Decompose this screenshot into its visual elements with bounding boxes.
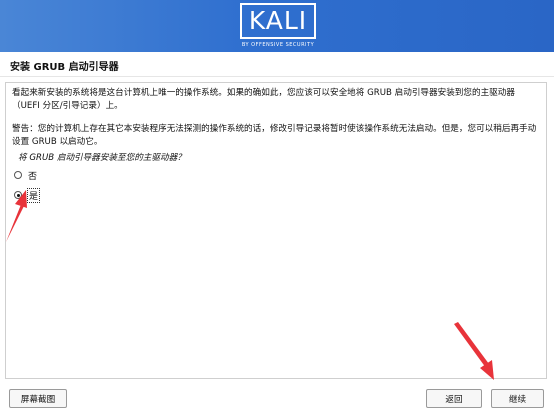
screenshot-button[interactable]: 屏幕截图 [9, 389, 67, 408]
back-button[interactable]: 返回 [426, 389, 482, 408]
install-question: 将 GRUB 启动引导器安装至您的主驱动器？ [18, 153, 186, 163]
description-paragraph: 看起来新安装的系统将是这台计算机上唯一的操作系统。如果的确如此，您应该可以安全地… [12, 88, 515, 111]
annotation-arrow-left [6, 190, 27, 242]
kali-logo: KALI [240, 3, 316, 39]
warning-paragraph: 警告：您的计算机上存在其它本安装程序无法探测的操作系统的话，修改引导记录将暂时使… [12, 124, 537, 147]
annotation-arrow-right [454, 322, 494, 380]
radio-no[interactable] [14, 171, 22, 179]
kali-logo-subtext: BY OFFENSIVE SECURITY [241, 42, 315, 48]
continue-button[interactable]: 继续 [491, 389, 544, 408]
kali-banner: KALI BY OFFENSIVE SECURITY [0, 0, 554, 52]
page-title: 安装 GRUB 启动引导器 [10, 62, 119, 73]
option-no-label[interactable]: 否 [27, 169, 38, 182]
title-divider [0, 76, 554, 77]
option-no[interactable]: 否 [14, 168, 38, 182]
